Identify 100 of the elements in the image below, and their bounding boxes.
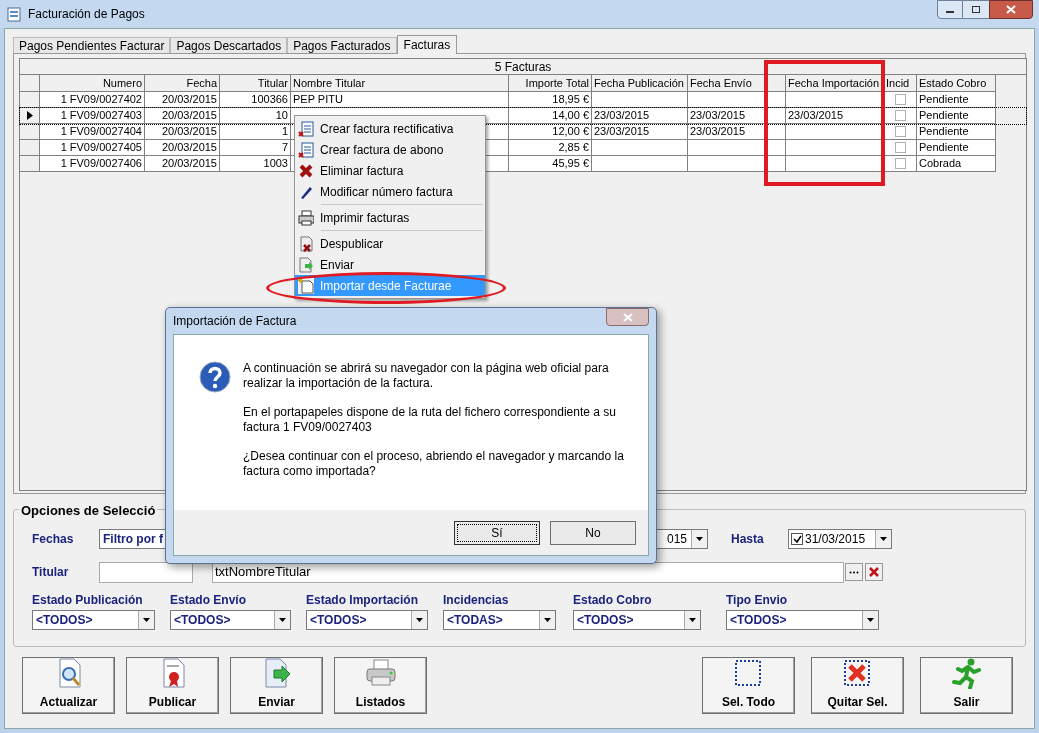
filter-dropdown[interactable]: <TODOS> — [306, 610, 428, 630]
close-button[interactable] — [989, 0, 1033, 19]
dropdown-arrow-icon — [416, 618, 423, 622]
minimize-button[interactable] — [937, 0, 963, 19]
date-field[interactable]: 31/03/2015 — [788, 529, 892, 549]
table-cell: Pendiente — [917, 108, 996, 124]
menu-item[interactable]: Crear factura de abono — [295, 139, 485, 160]
menu-item[interactable]: Enviar — [295, 254, 485, 275]
filter-dropdown[interactable]: <TODOS> — [726, 610, 879, 630]
table-cell: 23/03/2015 — [688, 108, 766, 124]
field-label: Estado Importación — [306, 592, 419, 609]
field-label: Hasta — [731, 531, 765, 548]
table-cell — [766, 140, 786, 156]
dropdown-arrow-icon — [696, 537, 703, 541]
document-arrow-icon — [298, 256, 314, 273]
toolbar-button[interactable]: Quitar Sel. — [811, 657, 904, 714]
toolbar-button[interactable]: Enviar — [230, 657, 323, 714]
table-cell: 23/03/2015 — [786, 108, 884, 124]
table-cell: 1 FV09/0027402 — [40, 92, 145, 108]
field-label: Titular — [32, 564, 70, 581]
field-label: Incidencias — [443, 592, 510, 609]
document-icon — [6, 6, 22, 22]
table-cell: 1 FV09/0027405 — [40, 140, 145, 156]
new-document-icon — [298, 277, 314, 294]
close-icon — [1006, 5, 1016, 14]
check-icon — [792, 534, 802, 544]
field-label: Estado Publicación — [32, 592, 144, 609]
grid-caption: 5 Facturas — [20, 59, 1026, 75]
tab[interactable]: Facturas — [396, 35, 458, 54]
checkbox[interactable] — [791, 533, 803, 545]
menu-item[interactable]: Despublicar — [295, 233, 485, 254]
table-cell: 12,00 € — [509, 124, 592, 140]
table-cell: 20/03/2015 — [145, 156, 220, 172]
checkbox[interactable] — [894, 158, 906, 169]
toolbar-button[interactable]: Sel. Todo — [702, 657, 795, 714]
dialog-button[interactable]: Sí — [454, 520, 540, 545]
table-cell: Pendiente — [917, 124, 996, 140]
checkbox[interactable] — [894, 126, 906, 137]
tab[interactable]: Pagos Descartados — [170, 37, 288, 53]
dialog-message: En el portapapeles dispone de la ruta del fichero correspondiente a su factura 1 FV09/0027403 — [243, 405, 617, 435]
table-cell: Pendiente — [917, 92, 996, 108]
field-label: Tipo Envio — [726, 592, 789, 609]
printer-icon — [298, 209, 314, 226]
menu-item[interactable]: Crear factura rectificativa — [295, 118, 485, 139]
table-cell: 20/03/2015 — [145, 124, 220, 140]
table-cell: 2,85 € — [509, 140, 592, 156]
filter-dropdown[interactable]: <TODOS> — [170, 610, 291, 630]
field-label: Estado Cobro — [573, 592, 653, 609]
browse-button[interactable] — [845, 563, 863, 581]
ellipsis-icon — [849, 570, 859, 574]
dialog-button[interactable]: No — [550, 520, 636, 545]
close-button[interactable] — [606, 308, 649, 326]
table-cell: 18,95 € — [509, 92, 592, 108]
table-cell: 20/03/2015 — [145, 108, 220, 124]
window-title: Facturación de Pagos — [28, 6, 145, 23]
tab[interactable]: Pagos Facturados — [287, 37, 397, 53]
table-cell: 10 — [220, 108, 291, 124]
filter-dropdown[interactable]: <TODOS> — [573, 610, 701, 630]
toolbar-button[interactable]: Publicar — [126, 657, 219, 714]
list-document-icon — [298, 120, 314, 137]
table-cell: Cobrada — [917, 156, 996, 172]
table-cell: 7 — [220, 140, 291, 156]
field-label: Estado Envío — [170, 592, 247, 609]
menu-item[interactable]: Imprimir facturas — [295, 207, 485, 228]
maximize-button[interactable] — [963, 0, 989, 19]
toolbar-button[interactable]: Actualizar — [22, 657, 115, 714]
dialog-message: A continuación se abrirá su navegador con la página web oficial para realizar la importación de la factura. — [243, 361, 610, 391]
tab[interactable]: Pagos Pendientes Facturar — [13, 37, 171, 53]
checkbox[interactable] — [894, 94, 906, 105]
text-field[interactable] — [99, 561, 193, 583]
clear-button[interactable] — [865, 563, 883, 581]
table-cell — [766, 108, 786, 124]
row-pointer-icon — [26, 111, 33, 120]
dropdown-arrow-icon — [143, 618, 150, 622]
table-cell: 14,00 € — [509, 108, 592, 124]
table-cell: 1003 — [220, 156, 291, 172]
dropdown-arrow-icon — [544, 618, 551, 622]
toolbar-button[interactable]: Listados — [334, 657, 427, 714]
filter-dropdown[interactable]: <TODOS> — [32, 610, 155, 630]
dropdown-arrow-icon — [279, 618, 286, 622]
checkbox[interactable] — [894, 110, 906, 121]
dropdown-arrow-icon — [689, 618, 696, 622]
toolbar-button[interactable]: Salir — [920, 657, 1013, 714]
document-cross-icon — [298, 235, 314, 252]
filter-dropdown[interactable]: <TODAS> — [443, 610, 556, 630]
table-cell: 20/03/2015 — [145, 92, 220, 108]
dropdown-arrow-icon — [880, 537, 887, 541]
date-field[interactable]: 015 — [654, 529, 708, 549]
question-icon — [199, 361, 231, 393]
menu-item[interactable]: Eliminar factura — [295, 160, 485, 181]
checkbox[interactable] — [894, 142, 906, 153]
cross-icon — [298, 162, 314, 179]
table-cell: 23/03/2015 — [592, 108, 688, 124]
table-cell: 45,95 € — [509, 156, 592, 172]
menu-item[interactable]: Modificar número factura — [295, 181, 485, 202]
list-document-icon — [298, 141, 314, 158]
dialog-title: Importación de Factura — [173, 313, 297, 330]
restore-icon — [971, 5, 981, 14]
table-cell — [766, 156, 786, 172]
dialog-message: ¿Desea continuar con el proceso, abriendo el navegador y marcando la factura como importada? — [243, 449, 625, 479]
